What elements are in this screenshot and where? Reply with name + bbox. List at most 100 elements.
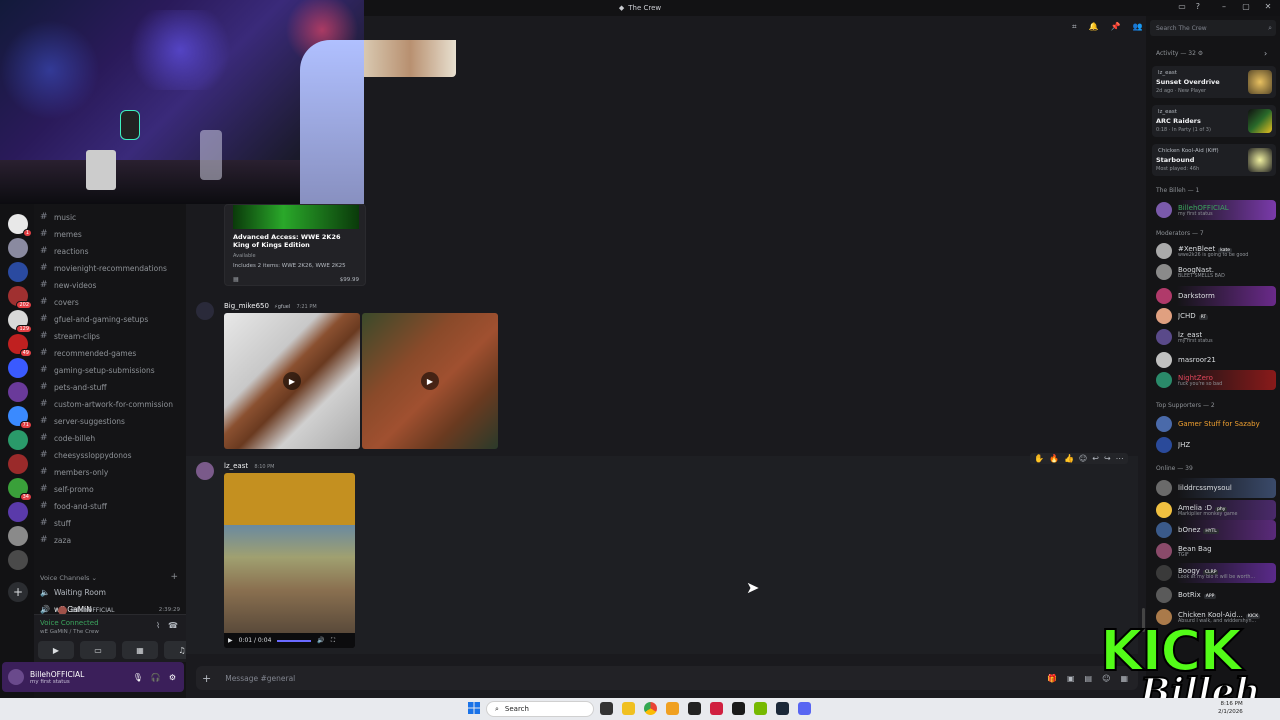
reaction-fire-icon[interactable]: 🔥 bbox=[1049, 454, 1059, 463]
activities-button[interactable]: ▦ bbox=[122, 641, 158, 659]
member-item[interactable]: lz_east my first status bbox=[1152, 327, 1276, 347]
avatar[interactable] bbox=[196, 462, 214, 480]
channel-item[interactable]: # movienight-recommendations bbox=[40, 260, 180, 276]
windows-start-icon[interactable] bbox=[468, 702, 480, 714]
channel-item[interactable]: # zaza bbox=[40, 532, 180, 548]
member-item[interactable]: BoogNast. BLEET SMELLS BAD bbox=[1152, 262, 1276, 282]
search-input[interactable]: Search The Crew ⌕ bbox=[1150, 20, 1276, 36]
channel-item[interactable]: # gaming-setup-submissions bbox=[40, 362, 180, 378]
member-item[interactable]: JCHD RT bbox=[1152, 306, 1276, 326]
noise-suppression-icon[interactable]: ⌇ bbox=[156, 621, 160, 630]
channel-item[interactable]: # stuff bbox=[40, 515, 180, 531]
server-icon[interactable] bbox=[8, 238, 28, 258]
channel-item[interactable]: # self-promo bbox=[40, 481, 180, 497]
minimize-button[interactable]: – bbox=[1218, 2, 1230, 11]
activity-card[interactable]: lz_east ARC Raiders 0:18 · In Party (1 o… bbox=[1152, 105, 1276, 137]
terminal-icon[interactable] bbox=[732, 702, 745, 715]
server-icon[interactable] bbox=[8, 550, 28, 570]
channel-item[interactable]: # new-videos bbox=[40, 277, 180, 293]
voice-connected-sub[interactable]: wE GaMiN / The Crew bbox=[40, 629, 99, 635]
video-volume-bar[interactable] bbox=[277, 639, 312, 642]
server-icon[interactable] bbox=[8, 262, 28, 282]
bell-icon[interactable]: 🔔 bbox=[1089, 22, 1099, 32]
video-player[interactable]: ▶ 0:01 / 0:04 🔊 ⛶ bbox=[224, 473, 355, 648]
channel-item[interactable]: # covers bbox=[40, 294, 180, 310]
app-icon[interactable] bbox=[710, 702, 723, 715]
channel-item[interactable]: # pets-and-stuff bbox=[40, 379, 180, 395]
disconnect-icon[interactable]: ☎ bbox=[168, 621, 178, 630]
activity-card[interactable]: lz_east Sunset Overdrive 2d ago · New Pl… bbox=[1152, 66, 1276, 98]
channel-item[interactable]: # memes bbox=[40, 226, 180, 242]
play-icon[interactable]: ▶ bbox=[228, 637, 233, 644]
activity-card[interactable]: Chicken Kool-Aid (Kiff) Starbound Most p… bbox=[1152, 144, 1276, 176]
discord-icon[interactable] bbox=[798, 702, 811, 715]
server-icon[interactable] bbox=[8, 430, 28, 450]
avatar[interactable] bbox=[196, 302, 214, 320]
nvidia-icon[interactable] bbox=[754, 702, 767, 715]
task-view-icon[interactable] bbox=[600, 702, 613, 715]
embed-image[interactable] bbox=[233, 205, 359, 229]
server-icon[interactable]: 1 bbox=[8, 214, 32, 237]
member-item[interactable]: masroor21 bbox=[1152, 350, 1276, 370]
channel-item[interactable]: # code-billeh bbox=[40, 430, 180, 446]
file-explorer-icon[interactable] bbox=[622, 702, 635, 715]
pin-icon[interactable]: 📌 bbox=[1110, 22, 1120, 32]
activity-header[interactable]: Activity — 32 ⚙ bbox=[1156, 50, 1203, 57]
sticker-icon[interactable]: ▤ bbox=[1085, 674, 1093, 683]
volume-icon[interactable]: 🔊 bbox=[317, 637, 324, 644]
embed-title[interactable]: Advanced Access: WWE 2K26 King of Kings … bbox=[233, 233, 359, 249]
headphones-icon[interactable]: 🎧 bbox=[151, 673, 161, 682]
avatar[interactable] bbox=[8, 669, 24, 685]
server-icon[interactable] bbox=[8, 454, 28, 474]
member-item[interactable]: Amelia :D phy Markiplier monkey game bbox=[1152, 500, 1276, 520]
server-icon[interactable]: 202 bbox=[8, 286, 32, 309]
member-item[interactable]: Gamer Stuff for Sazaby bbox=[1152, 414, 1276, 434]
attach-plus-icon[interactable]: + bbox=[202, 672, 211, 685]
app-icon[interactable] bbox=[688, 702, 701, 715]
image-attachment[interactable] bbox=[364, 40, 456, 77]
inbox-icon[interactable]: ▭ bbox=[1178, 2, 1186, 11]
member-item[interactable]: BillehOFFICIAL my first status bbox=[1152, 200, 1276, 220]
channel-item[interactable]: # custom-artwork-for-commission bbox=[40, 396, 180, 412]
close-button[interactable]: ✕ bbox=[1262, 2, 1274, 11]
member-item[interactable]: BotRix APP bbox=[1152, 585, 1276, 605]
member-item[interactable]: JHZ bbox=[1152, 435, 1276, 455]
more-icon[interactable]: ⋯ bbox=[1116, 454, 1124, 463]
server-icon[interactable] bbox=[8, 502, 28, 522]
member-item[interactable]: bOnez HYTL bbox=[1152, 520, 1276, 540]
reaction-hand-icon[interactable]: ✋ bbox=[1034, 454, 1044, 463]
members-icon[interactable]: 👥 bbox=[1132, 22, 1142, 32]
message-composer[interactable]: + Message #general 🎁 ▣ ▤ ☺ ▦ bbox=[196, 666, 1138, 690]
steam-icon[interactable] bbox=[776, 702, 789, 715]
gif-icon[interactable]: ▣ bbox=[1067, 674, 1075, 683]
server-icon[interactable]: 71 bbox=[8, 406, 32, 429]
voice-channel-waiting-room[interactable]: 🔈 Waiting Room bbox=[40, 588, 180, 597]
server-icon[interactable]: 129 bbox=[8, 310, 32, 333]
camera-button[interactable]: ▶ bbox=[38, 641, 74, 659]
channel-item[interactable]: # cheesyssloppydonos bbox=[40, 447, 180, 463]
taskbar-clock[interactable]: 8:16 PM 2/1/2026 bbox=[1218, 700, 1243, 716]
reply-icon[interactable]: ↩ bbox=[1092, 454, 1099, 463]
taskbar-search[interactable]: ⌕ Search bbox=[486, 701, 594, 717]
video-attachment[interactable]: ▶ bbox=[224, 313, 360, 449]
chevron-right-icon[interactable]: › bbox=[1264, 49, 1267, 58]
message-author[interactable]: lz_east bbox=[224, 462, 248, 470]
screen-share-button[interactable]: ▭ bbox=[80, 641, 116, 659]
gift-icon[interactable]: 🎁 bbox=[1047, 674, 1057, 683]
channel-item[interactable]: # stream-clips bbox=[40, 328, 180, 344]
channel-item[interactable]: # reactions bbox=[40, 243, 180, 259]
member-item[interactable]: #XenBleet kate wwe2k26 is going to be good bbox=[1152, 241, 1276, 261]
server-icon[interactable] bbox=[8, 358, 28, 378]
member-item[interactable]: lilddrcssmysoul bbox=[1152, 478, 1276, 498]
threads-icon[interactable]: ⌗ bbox=[1072, 22, 1077, 32]
voice-channels-header[interactable]: Voice Channels ⌄ bbox=[40, 574, 97, 582]
play-icon[interactable]: ▶ bbox=[421, 372, 439, 390]
forward-icon[interactable]: ↪ bbox=[1104, 454, 1111, 463]
microphone-icon[interactable]: 🎙 bbox=[133, 673, 143, 682]
channel-item[interactable]: # recommended-games bbox=[40, 345, 180, 361]
add-server-icon[interactable]: + bbox=[8, 582, 28, 602]
reaction-thumbs-icon[interactable]: 👍 bbox=[1064, 454, 1074, 463]
server-icon[interactable] bbox=[8, 382, 28, 402]
fullscreen-icon[interactable]: ⛶ bbox=[331, 637, 335, 645]
member-item[interactable]: Darkstorm bbox=[1152, 286, 1276, 306]
